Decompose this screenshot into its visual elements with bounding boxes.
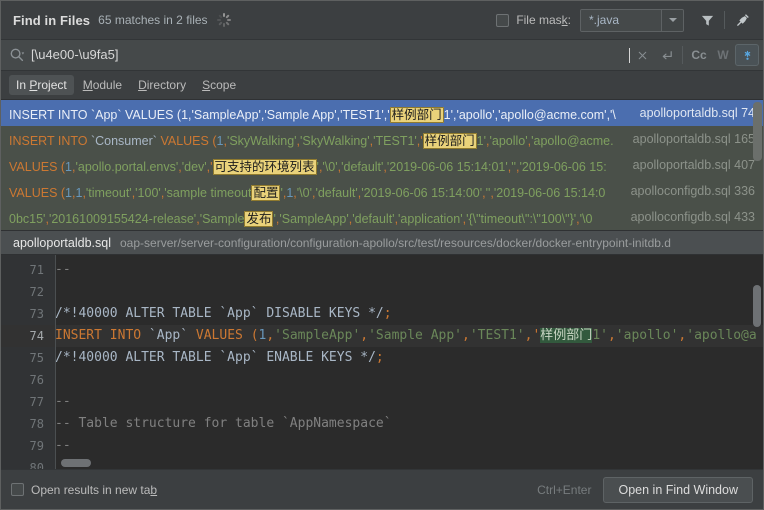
vertical-scrollbar[interactable] [753, 285, 761, 327]
table-row[interactable]: 0bc15','20161009155424-release','Sample 发… [1, 204, 763, 230]
regex-button[interactable] [735, 44, 759, 66]
scope-tabs: In Project Module Directory Scope [1, 71, 763, 99]
line-number: 78 [29, 417, 44, 431]
whole-words-button[interactable]: W [711, 44, 735, 66]
clear-search-icon[interactable] [630, 44, 654, 66]
file-mask-value: *.java [581, 9, 661, 31]
code-line[interactable]: -- [56, 259, 763, 281]
line-number-gutter: 71 72 73 74 75 76 77 78 79 80 [1, 255, 56, 469]
open-new-tab-checkbox[interactable] [11, 483, 24, 496]
scope-tab-module[interactable]: Module [76, 75, 129, 95]
line-number: 72 [29, 285, 44, 299]
search-options-divider [682, 46, 683, 64]
match-count-label: 65 matches in 2 files [98, 13, 208, 27]
header-divider [724, 11, 725, 29]
scope-tab-scope[interactable]: Scope [195, 75, 243, 95]
line-number: 71 [29, 263, 44, 277]
code-line[interactable]: INSERT INTO `App` VALUES (1,'SampleApp',… [56, 325, 763, 347]
code-line[interactable]: -- [56, 435, 763, 457]
file-mask-group: File mask: *.java [496, 8, 684, 32]
table-row[interactable]: INSERT INTO `Consumer` VALUES (1,'SkyWal… [1, 126, 763, 152]
open-in-find-window-button[interactable]: Open in Find Window [603, 476, 753, 503]
result-file-location: apolloconfigdb.sql 433 [630, 210, 755, 224]
pin-icon[interactable] [729, 7, 755, 33]
line-number: 75 [29, 351, 44, 365]
table-row[interactable]: VALUES (1,1,'timeout','100','sample time… [1, 178, 763, 204]
result-snippet: 0bc15','20161009155424-release','Sample 发… [9, 210, 593, 227]
code-line[interactable]: /*!40000 ALTER TABLE `App` ENABLE KEYS *… [56, 347, 763, 369]
result-snippet: INSERT INTO `Consumer` VALUES (1,'SkyWal… [9, 132, 614, 149]
search-input[interactable] [31, 45, 630, 65]
code-line[interactable]: -- [56, 391, 763, 413]
loading-spinner-icon [216, 13, 231, 27]
scope-tab-in-project[interactable]: In Project [9, 75, 74, 95]
file-path-bar[interactable]: apolloportaldb.sql oap-server/server-con… [1, 230, 763, 255]
line-number: 77 [29, 395, 44, 409]
result-file-location: apolloportaldb.sql 74 [639, 106, 755, 120]
table-row[interactable]: INSERT INTO `App` VALUES (1,'SampleApp',… [1, 100, 763, 126]
filter-icon[interactable] [694, 7, 720, 33]
chevron-down-icon[interactable] [661, 9, 683, 31]
result-snippet: VALUES (1,1,'timeout','100','sample time… [9, 184, 606, 201]
new-line-icon[interactable] [654, 44, 678, 66]
path-file-name: apolloportaldb.sql [13, 235, 111, 250]
line-number: 80 [29, 461, 44, 469]
horizontal-scrollbar[interactable] [61, 459, 91, 467]
line-number: 79 [29, 439, 44, 453]
find-in-files-dialog: Find in Files 65 matches in 2 files File… [0, 0, 764, 510]
file-mask-label: File mask: [516, 13, 571, 27]
code-line[interactable] [56, 281, 763, 303]
dialog-header: Find in Files 65 matches in 2 files File… [1, 1, 763, 39]
result-snippet: INSERT INTO `App` VALUES (1,'SampleApp',… [9, 106, 616, 123]
file-mask-combo[interactable]: *.java [580, 8, 684, 32]
code-preview[interactable]: 71 72 73 74 75 76 77 78 79 80 -- /*!40000 ALTER T… [1, 255, 763, 469]
results-scrollbar[interactable] [753, 102, 762, 161]
open-new-tab-label: Open results in new tab [31, 482, 158, 497]
line-number: 76 [29, 373, 44, 387]
code-line[interactable] [56, 369, 763, 391]
result-snippet: VALUES (1,'apollo.portal.envs','dev',' 可支… [9, 158, 607, 175]
result-file-location: apolloportaldb.sql 407 [632, 158, 755, 172]
search-results-list[interactable]: INSERT INTO `App` VALUES (1,'SampleApp',… [1, 99, 763, 230]
result-file-location: apolloportaldb.sql 165 [632, 132, 755, 146]
dialog-footer: Open results in new tab Ctrl+Enter Open … [1, 469, 763, 509]
code-line[interactable]: /*!40000 ALTER TABLE `App` DISABLE KEYS … [56, 303, 763, 325]
path-directory: oap-server/server-configuration/configur… [120, 235, 671, 250]
result-file-location: apolloconfigdb.sql 336 [630, 184, 755, 198]
shortcut-hint: Ctrl+Enter [537, 482, 592, 497]
search-row: Cc W [1, 39, 763, 71]
page-title: Find in Files [13, 12, 91, 28]
search-icon[interactable] [9, 47, 25, 63]
table-row[interactable]: VALUES (1,'apollo.portal.envs','dev',' 可支… [1, 152, 763, 178]
match-case-button[interactable]: Cc [687, 44, 711, 66]
file-mask-checkbox[interactable] [496, 13, 510, 27]
code-lines[interactable]: -- /*!40000 ALTER TABLE `App` DISABLE KE… [56, 255, 763, 469]
scope-tab-directory[interactable]: Directory [131, 75, 193, 95]
line-number: 73 [29, 307, 44, 321]
line-number: 74 [1, 325, 55, 347]
code-line[interactable] [56, 457, 763, 469]
code-line[interactable]: -- Table structure for table `AppNamespa… [56, 413, 763, 435]
